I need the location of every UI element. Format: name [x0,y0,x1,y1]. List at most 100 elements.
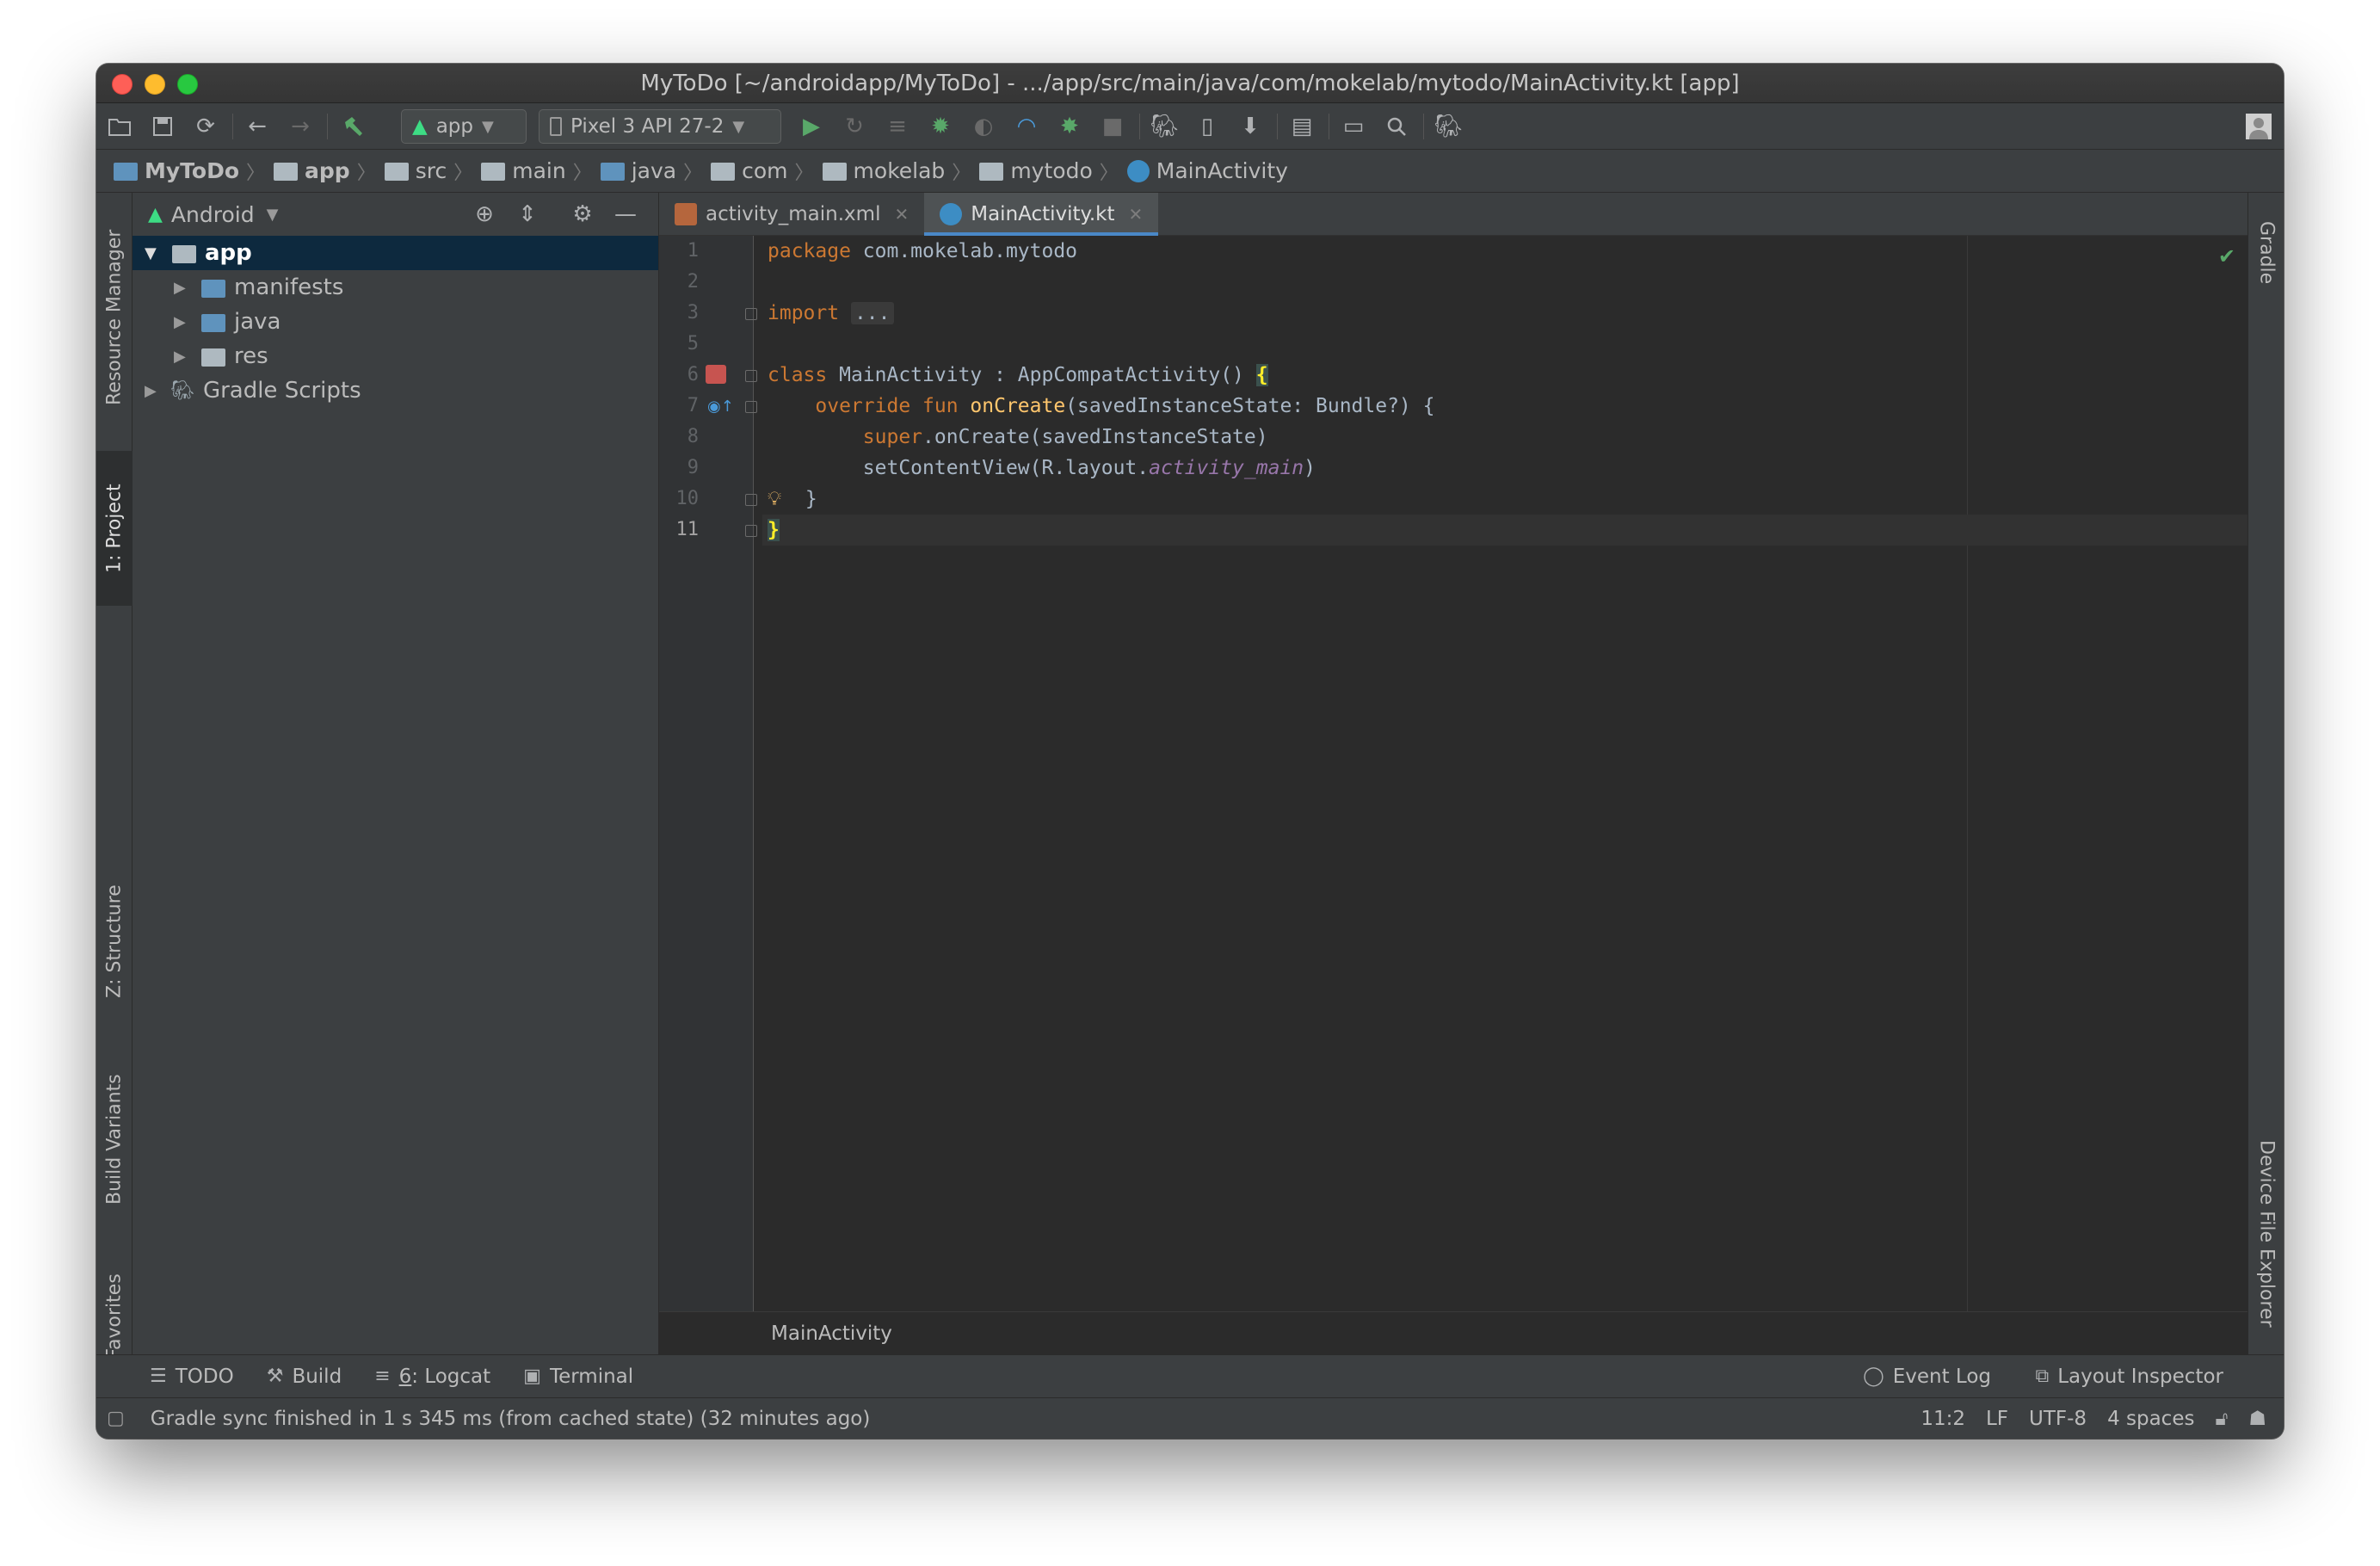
event-log-button[interactable]: ◯ Event Log [1863,1366,1991,1388]
window-title: MyToDo [~/androidapp/MyToDo] - .../app/s… [640,71,1740,96]
layout-gutter-icon[interactable] [706,365,726,384]
file-encoding[interactable]: UTF-8 [2029,1408,2087,1430]
sdk-manager-icon[interactable]: ⬇ [1234,111,1267,142]
code-line-9: setContentView(R.layout.activity_main) [862,457,1316,479]
apply-changes-icon[interactable]: ≡ [881,111,914,142]
crumb-mytodo[interactable]: MyToDo [114,158,239,183]
breadcrumb-item[interactable]: MainActivity [771,1322,892,1345]
terminal-tool-button[interactable]: ▣ Terminal [523,1366,633,1388]
tool-label: Build [292,1365,342,1388]
fold-marker-icon[interactable] [745,525,757,537]
inspection-ok-icon[interactable]: ✔ [2218,244,2235,268]
logcat-tool-button[interactable]: ≡ 6: Logcat [374,1366,490,1388]
open-folder-icon[interactable] [103,111,136,142]
run-configuration-dropdown[interactable]: ▲ app ▼ [401,109,527,144]
override-gutter-icon[interactable]: ◉↑ [707,398,734,416]
code-line-1: package com.mokelab.mytodo [768,240,1078,262]
close-icon[interactable]: ✕ [1129,204,1144,225]
resource-manager-tab[interactable]: Resource Manager [96,193,133,442]
code-editor[interactable]: package com.mokelab.mytodo import ... cl… [762,236,2247,1311]
device-file-explorer-tab[interactable]: Device File Explorer [2248,1105,2284,1363]
tab-label: 1: Project [103,484,126,573]
crumb-java[interactable]: java [600,158,676,183]
structure-tab[interactable]: Z: Structure [96,855,133,1027]
sync-icon[interactable]: ⟳ [189,111,222,142]
save-icon[interactable] [146,111,179,142]
lightbulb-icon[interactable]: 💡︎ [768,488,781,510]
editor-area: activity_main.xml ✕ MainActivity.kt ✕ 1 … [659,193,2247,1354]
gradle-tab[interactable]: Gradle [2248,201,2284,305]
debug-icon[interactable]: ✹ [924,111,957,142]
build-tool-button[interactable]: ⚒ Build [267,1366,342,1388]
build-hammer-icon[interactable] [337,111,370,142]
project-structure-icon[interactable]: ▤ [1286,111,1318,142]
indent-setting[interactable]: 4 spaces [2107,1408,2194,1430]
module-folder-icon [172,244,196,263]
tree-item-java[interactable]: ▶ java [133,305,658,339]
fold-marker-icon[interactable] [745,494,757,506]
layout-inspector-button[interactable]: ⧉ Layout Inspector [2035,1366,2223,1388]
fold-marker-icon[interactable] [745,308,757,320]
terminal-icon[interactable]: ▭ [1337,111,1370,142]
caret-position[interactable]: 11:2 [1921,1408,1965,1430]
crumb-label: main [512,158,566,183]
stop-icon[interactable]: ■ [1096,111,1129,142]
line-separator[interactable]: LF [1986,1408,2008,1430]
chevron-right-icon[interactable]: ▶ [174,313,189,331]
memory-indicator-icon[interactable]: ☗ [2248,1408,2266,1430]
line-number: 5 [687,333,699,355]
tab-mainactivity-kt[interactable]: MainActivity.kt ✕ [924,193,1159,236]
chevron-right-icon[interactable]: ▶ [174,279,189,297]
tree-item-gradle-scripts[interactable]: ▶ 🐘︎ Gradle Scripts [133,373,658,408]
attach-debugger-icon[interactable]: ◐ [967,111,1000,142]
chevron-down-icon: ▼ [482,117,494,136]
device-dropdown[interactable]: Pixel 3 API 27-2 ▼ [539,109,781,144]
status-message[interactable]: Gradle sync finished in 1 s 345 ms (from… [151,1408,871,1430]
crumb-src[interactable]: src [384,158,447,183]
view-mode-selector[interactable]: Android [171,202,255,227]
search-icon[interactable] [1380,111,1413,142]
forward-icon[interactable]: → [284,111,317,142]
lock-icon[interactable]: 🔓︎ [2215,1408,2228,1430]
fold-marker-icon[interactable] [745,370,757,382]
back-icon[interactable]: ← [241,111,274,142]
profile-icon[interactable]: ◠ [1010,111,1043,142]
tree-item-manifests[interactable]: ▶ manifests [133,270,658,305]
tab-activity-main-xml[interactable]: activity_main.xml ✕ [659,193,924,236]
project-tab[interactable]: 1: Project [96,451,133,606]
build-variants-tab[interactable]: Build Variants [96,1053,133,1225]
crumb-mainactivity[interactable]: MainActivity [1126,158,1288,183]
folder-icon [481,163,506,181]
tree-item-res[interactable]: ▶ res [133,339,658,373]
crumb-main[interactable]: main [481,158,566,183]
tool-label: Event Log [1892,1365,1991,1388]
gradle-elephant-icon[interactable]: 🐘︎ [1432,111,1464,142]
list-icon: ☰ [150,1366,167,1387]
close-icon[interactable]: ✕ [894,204,909,225]
run-icon[interactable]: ▶ [795,111,828,142]
crumb-com[interactable]: com [711,158,788,183]
crumb-mytodo-package[interactable]: mytodo [979,158,1093,183]
crumb-app[interactable]: app [274,158,350,183]
tab-label: Z: Structure [103,885,126,998]
chevron-down-icon[interactable]: ▼ [267,206,279,224]
gear-icon[interactable]: ⚙ [570,201,595,227]
fold-marker-icon[interactable] [745,401,757,413]
crumb-mokelab[interactable]: mokelab [822,158,945,183]
hide-panel-icon[interactable]: — [613,201,638,227]
chevron-right-icon[interactable]: ▶ [174,348,189,366]
chevron-down-icon[interactable]: ▼ [145,244,160,262]
gradle-sync-icon[interactable]: 🐘︎ [1148,111,1181,142]
collapse-all-icon[interactable]: ⇕ [515,201,540,227]
folded-imports[interactable]: ... [850,302,894,324]
todo-tool-button[interactable]: ☰ TODO [150,1366,234,1388]
toggle-tool-windows-icon[interactable]: ▢ [107,1408,125,1429]
tree-item-label: Gradle Scripts [202,378,361,404]
avd-manager-icon[interactable]: ▯ [1191,111,1224,142]
user-icon[interactable] [2242,111,2275,142]
tree-item-app[interactable]: ▼ app [133,236,658,270]
locate-icon[interactable]: ⊕ [472,201,497,227]
chevron-right-icon[interactable]: ▶ [145,382,160,400]
debug-process-icon[interactable]: ✸ [1053,111,1086,142]
rerun-icon[interactable]: ↻ [838,111,871,142]
